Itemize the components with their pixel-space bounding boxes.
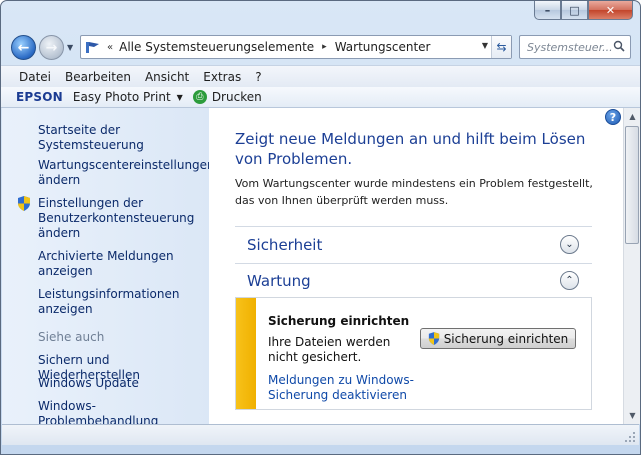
address-bar[interactable]: « Alle Systemsteuerungselemente ▸ Wartun…	[80, 35, 512, 59]
search-input[interactable]: Systemsteuer...	[519, 35, 631, 59]
close-button[interactable]: ✕	[588, 1, 633, 20]
refresh-button[interactable]: ⇆	[491, 36, 511, 58]
forward-arrow-icon: →	[45, 39, 58, 56]
uac-shield-icon	[18, 196, 30, 211]
page-title: Zeigt neue Meldungen an und hilft beim L…	[235, 130, 586, 168]
divider	[235, 226, 592, 227]
sidebar-link-action-center-settings[interactable]: Wartungscentereinstellungen ändern	[38, 158, 209, 188]
refresh-icon: ⇆	[496, 40, 507, 54]
sidebar-link-uac-settings[interactable]: Einstellungen der Benutzerkontensteuerun…	[38, 196, 208, 241]
recent-pages-dropdown[interactable]: ▼	[67, 43, 73, 52]
breadcrumb-all-items[interactable]: Alle Systemsteuerungselemente	[119, 40, 314, 54]
forward-button[interactable]: →	[39, 35, 64, 60]
control-panel-icon	[86, 42, 99, 53]
menu-bearbeiten[interactable]: Bearbeiten	[65, 70, 131, 84]
divider	[235, 263, 592, 264]
task-pane: Startseite der Systemsteuerung Wartungsc…	[2, 108, 209, 424]
navigation-bar: ← → ▼ « Alle Systemsteuerungselemente ▸ …	[1, 29, 640, 65]
resize-grip-icon[interactable]	[624, 431, 636, 443]
back-arrow-icon: ←	[17, 39, 30, 56]
breadcrumb-wartungscenter[interactable]: Wartungscenter	[335, 40, 431, 54]
minimize-button[interactable]: –	[534, 1, 561, 20]
back-button[interactable]: ←	[11, 35, 36, 60]
sidebar-link-archived-messages[interactable]: Archivierte Meldungen anzeigen	[38, 249, 208, 279]
section-wartung-title[interactable]: Wartung	[247, 272, 311, 290]
disable-backup-messages-link[interactable]: Meldungen zu Windows-Sicherung deaktivie…	[268, 373, 468, 403]
caption-buttons: – □ ✕	[534, 1, 633, 20]
epson-logo: EPSON	[16, 90, 63, 104]
collapse-wartung-button[interactable]: ⌃	[560, 271, 579, 290]
easy-photo-print-button[interactable]: Easy Photo Print	[73, 90, 171, 104]
window: – □ ✕ ← → ▼ « Alle Systemsteuerungseleme…	[0, 0, 641, 455]
address-dropdown-icon[interactable]: ▼	[482, 41, 488, 50]
content-area: Startseite der Systemsteuerung Wartungsc…	[2, 108, 640, 424]
chevron-up-icon: ⌃	[565, 275, 574, 286]
uac-shield-icon	[428, 332, 439, 345]
print-button[interactable]: Drucken	[212, 90, 262, 104]
menu-bar: Datei Bearbeiten Ansicht Extras ?	[1, 65, 640, 87]
epson-toolbar: EPSON Easy Photo Print ▼ ⎙ Drucken	[1, 87, 640, 108]
sidebar-link-troubleshooting[interactable]: Windows-Problembehandlung	[38, 399, 208, 424]
breadcrumb-arrow[interactable]: ▸	[322, 42, 327, 52]
chevron-down-icon: ⌄	[565, 239, 574, 250]
setup-backup-label: Sicherung einrichten	[443, 331, 569, 346]
section-sicherheit-title[interactable]: Sicherheit	[247, 236, 322, 254]
maximize-button[interactable]: □	[561, 1, 588, 20]
page-description: Vom Wartungscenter wurde mindestens ein …	[235, 177, 593, 207]
menu-help[interactable]: ?	[255, 70, 261, 84]
sidebar-link-performance-info[interactable]: Leistungsinformationen anzeigen	[38, 287, 208, 317]
setup-backup-button[interactable]: Sicherung einrichten	[420, 328, 576, 349]
search-icon	[613, 40, 625, 52]
sidebar-link-windows-update[interactable]: Windows Update	[38, 376, 208, 391]
main-pane: ? Zeigt neue Meldungen an und hilft beim…	[209, 108, 623, 424]
severity-stripe	[236, 298, 256, 409]
scroll-up-icon[interactable]: ▲	[624, 108, 640, 125]
address-overflow-chevron[interactable]: «	[107, 42, 113, 53]
status-bar	[2, 424, 639, 445]
chevron-down-icon[interactable]: ▼	[177, 93, 183, 102]
help-icon[interactable]: ?	[605, 109, 621, 125]
message-backup: Sicherung einrichten Ihre Dateien werden…	[235, 297, 592, 410]
message-text: Ihre Dateien werden nicht gesichert.	[268, 335, 391, 364]
menu-ansicht[interactable]: Ansicht	[145, 70, 189, 84]
search-placeholder: Systemsteuer...	[527, 40, 613, 54]
menu-datei[interactable]: Datei	[19, 70, 51, 84]
scrollbar-thumb[interactable]	[625, 126, 639, 244]
menu-extras[interactable]: Extras	[203, 70, 241, 84]
vertical-scrollbar[interactable]: ▲ ▼	[623, 108, 640, 424]
sidebar-link-control-panel-home[interactable]: Startseite der Systemsteuerung	[38, 123, 208, 153]
expand-sicherheit-button[interactable]: ⌄	[560, 235, 579, 254]
message-title: Sicherung einrichten	[268, 314, 410, 328]
print-icon: ⎙	[192, 90, 207, 104]
scroll-down-icon[interactable]: ▼	[624, 407, 640, 424]
see-also-heading: Siehe auch	[38, 330, 105, 344]
